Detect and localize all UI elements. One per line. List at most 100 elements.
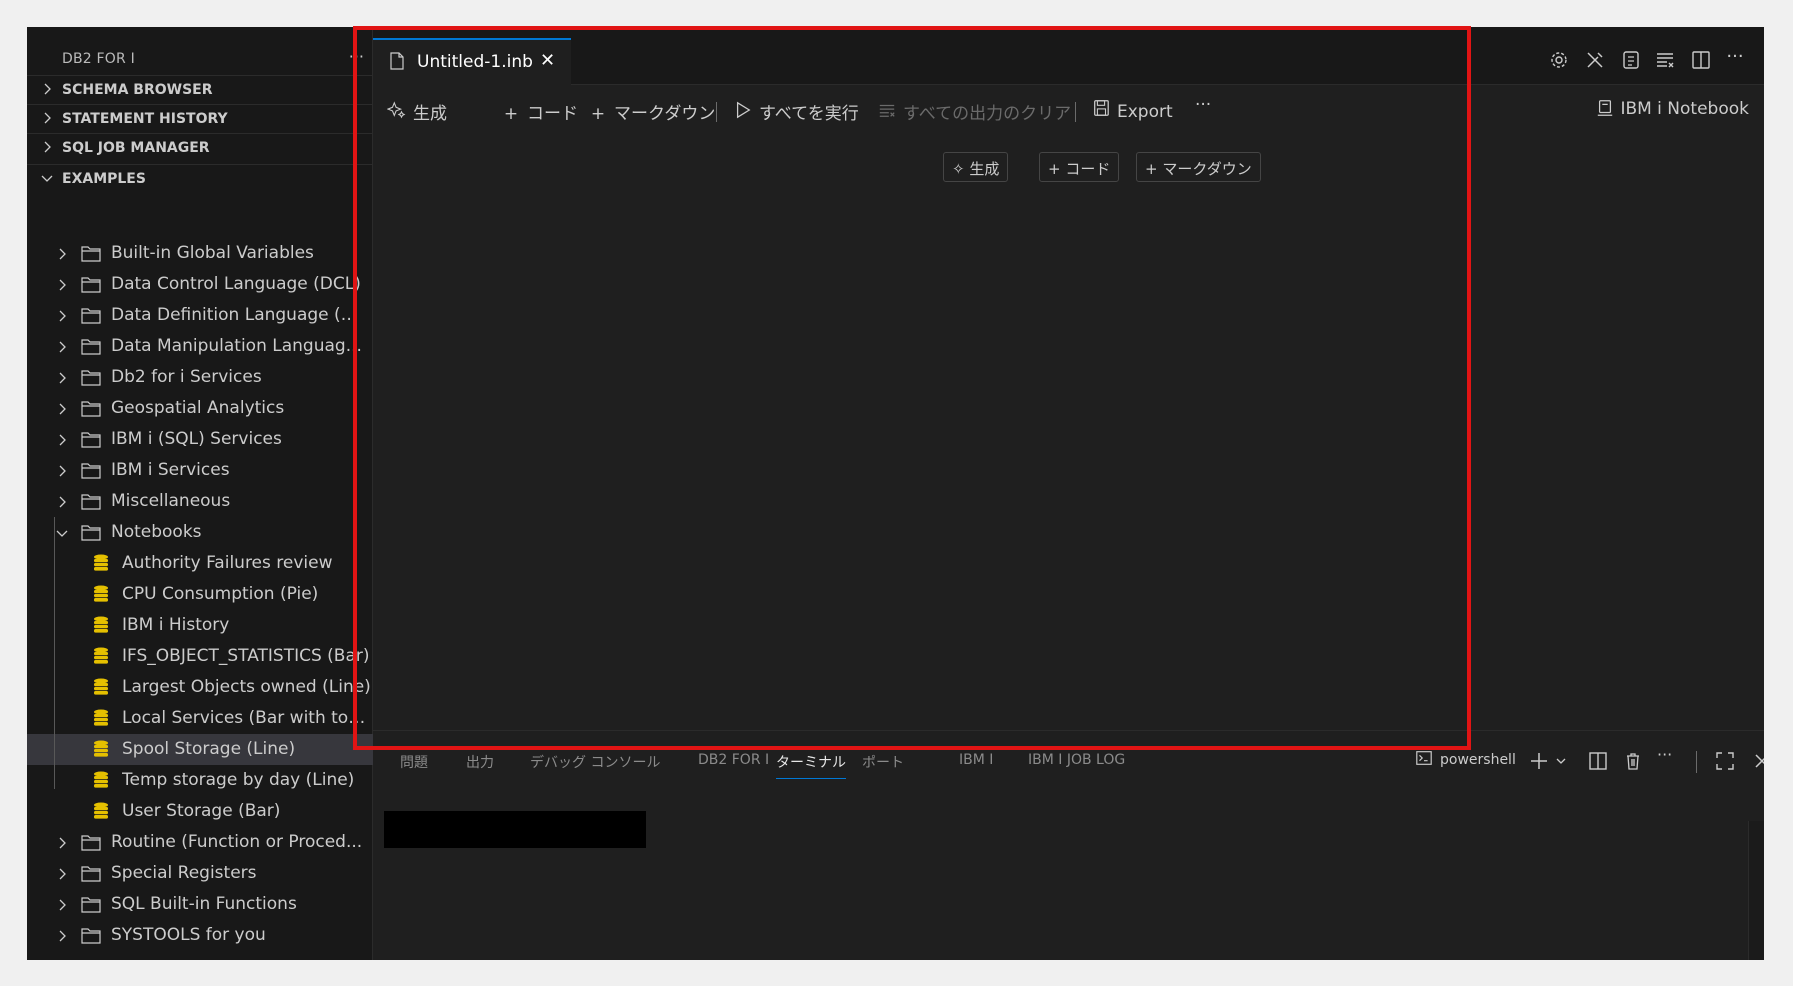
database-icon bbox=[94, 709, 108, 726]
chevron-right-icon bbox=[44, 112, 51, 124]
tree-notebook[interactable]: IBM i History bbox=[27, 610, 373, 641]
chevron-right-icon bbox=[59, 930, 66, 942]
tree-folder[interactable]: Data Definition Language (D... bbox=[27, 300, 373, 331]
kernel-label: IBM i Notebook bbox=[1620, 99, 1749, 119]
tree-folder[interactable]: Data Manipulation Languag... bbox=[27, 331, 373, 362]
run-all-button[interactable]: すべてを実行 bbox=[733, 99, 859, 124]
tree-folder[interactable]: SQL Built-in Functions bbox=[27, 889, 373, 920]
toolbar-divider bbox=[716, 102, 717, 122]
chevron-right-icon bbox=[59, 372, 66, 384]
panel-tab[interactable]: DB2 FOR I bbox=[698, 752, 769, 768]
tree-item-label: Db2 for i Services bbox=[111, 367, 262, 387]
tree-folder[interactable]: Routine (Function or Proced... bbox=[27, 827, 373, 858]
split-terminal-icon[interactable] bbox=[1588, 751, 1608, 771]
insert-generate-button[interactable]: ✧ 生成 bbox=[943, 152, 1009, 182]
tree-folder[interactable]: Data Control Language (DCL) bbox=[27, 269, 373, 300]
tree-notebook[interactable]: Spool Storage (Line) bbox=[27, 734, 373, 765]
panel-tab[interactable]: デバッグ コンソール bbox=[530, 752, 660, 772]
tree-notebook[interactable]: IFS_OBJECT_STATISTICS (Bar) bbox=[27, 641, 373, 672]
generate-label: 生成 bbox=[413, 104, 447, 124]
tree-notebook[interactable]: Largest Objects owned (Line) bbox=[27, 672, 373, 703]
tree-notebook[interactable]: Temp storage by day (Line) bbox=[27, 765, 373, 796]
trash-icon[interactable] bbox=[1623, 751, 1643, 771]
terminal-selector[interactable]: powershell bbox=[1414, 749, 1516, 768]
section-sql-job-manager[interactable]: SQL JOB MANAGER bbox=[27, 133, 373, 162]
tree-folder[interactable]: SYSTOOLS for you bbox=[27, 920, 373, 951]
tree-folder[interactable]: IBM i (SQL) Services bbox=[27, 424, 373, 455]
clear-outputs-button[interactable]: すべての出力のクリア bbox=[877, 99, 1071, 124]
chevron-down-icon[interactable] bbox=[1555, 755, 1567, 767]
section-examples[interactable]: EXAMPLES bbox=[27, 164, 373, 193]
panel-tab[interactable]: ターミナル bbox=[776, 752, 846, 779]
database-icon bbox=[94, 771, 108, 788]
tree-folder[interactable]: Notebooks bbox=[27, 517, 373, 548]
tree-folder[interactable]: Geospatial Analytics bbox=[27, 393, 373, 424]
tree-folder[interactable]: Special Registers bbox=[27, 858, 373, 889]
tree-notebook[interactable]: Authority Failures review bbox=[27, 548, 373, 579]
terminal-scrollbar[interactable] bbox=[1748, 821, 1764, 960]
tree-folder[interactable]: IBM i Services bbox=[27, 455, 373, 486]
panel-tab[interactable]: 出力 bbox=[466, 752, 494, 772]
tree-notebook[interactable]: User Storage (Bar) bbox=[27, 796, 373, 827]
tree-folder[interactable]: Db2 for i Services bbox=[27, 362, 373, 393]
database-icon bbox=[94, 585, 108, 602]
more-icon[interactable]: ··· bbox=[1657, 745, 1672, 764]
export-button[interactable]: Export bbox=[1091, 99, 1173, 122]
tree-item-label: SQL Built-in Functions bbox=[111, 894, 297, 914]
clear-outputs-label: すべての出力のクリア bbox=[903, 104, 1072, 124]
folder-icon bbox=[81, 308, 101, 324]
kernel-picker[interactable]: IBM i Notebook bbox=[1596, 99, 1749, 119]
tree-folder[interactable]: Miscellaneous bbox=[27, 486, 373, 517]
database-icon bbox=[94, 616, 108, 633]
tree-item-label: IBM i History bbox=[122, 615, 230, 635]
terminal-output-redacted bbox=[384, 811, 646, 848]
tree-item-label: Authority Failures review bbox=[122, 553, 333, 573]
sparkle-icon bbox=[387, 101, 406, 119]
section-schema-browser[interactable]: SCHEMA BROWSER bbox=[27, 75, 373, 104]
tree-item-label: Built-in Global Variables bbox=[111, 243, 314, 263]
vscode-window: DB2 FOR I ··· SCHEMA BROWSER STATEMENT H… bbox=[27, 27, 1764, 960]
tree-notebook[interactable]: Local Services (Bar with too... bbox=[27, 703, 373, 734]
tree-notebook[interactable]: CPU Consumption (Pie) bbox=[27, 579, 373, 610]
indent-guide bbox=[54, 517, 55, 789]
more-actions-icon[interactable]: ··· bbox=[1724, 46, 1746, 68]
tab-untitled[interactable]: Untitled-1.inb ✕ bbox=[373, 38, 571, 86]
sidebar-more-icon[interactable]: ··· bbox=[349, 47, 364, 66]
section-label: SQL JOB MANAGER bbox=[62, 140, 210, 156]
outline-icon[interactable] bbox=[1654, 49, 1676, 71]
chevron-right-icon bbox=[59, 279, 66, 291]
folder-icon bbox=[81, 246, 101, 262]
section-statement-history[interactable]: STATEMENT HISTORY bbox=[27, 104, 373, 133]
variables-icon[interactable] bbox=[1620, 49, 1642, 71]
panel-tab[interactable]: IBM I JOB LOG bbox=[1028, 752, 1125, 768]
split-editor-icon[interactable] bbox=[1690, 49, 1712, 71]
more-toolbar-icon[interactable]: ··· bbox=[1195, 95, 1211, 115]
close-icon[interactable]: ✕ bbox=[540, 50, 555, 71]
tree-item-label: IBM i Services bbox=[111, 460, 230, 480]
plus-icon[interactable] bbox=[1529, 751, 1549, 771]
tab-bar: Untitled-1.inb ✕ ··· bbox=[373, 27, 1764, 86]
section-label: STATEMENT HISTORY bbox=[62, 111, 228, 127]
sparkle-icon: ✧ bbox=[952, 160, 970, 178]
folder-icon bbox=[81, 339, 101, 355]
chevron-down-icon bbox=[56, 530, 68, 537]
database-icon bbox=[94, 554, 108, 571]
panel-tab[interactable]: 問題 bbox=[400, 752, 428, 772]
maximize-icon[interactable] bbox=[1715, 751, 1735, 771]
tab-label: Untitled-1.inb bbox=[417, 52, 533, 72]
panel-tab[interactable]: ポート bbox=[862, 752, 904, 772]
close-icon[interactable] bbox=[1753, 752, 1764, 770]
tree-item-label: SYSTOOLS for you bbox=[111, 925, 266, 945]
run-all-icon bbox=[736, 101, 751, 119]
insert-markdown-button[interactable]: + マークダウン bbox=[1136, 152, 1261, 182]
add-markdown-button[interactable]: + マークダウン bbox=[588, 99, 715, 124]
generate-button[interactable]: 生成 bbox=[387, 99, 447, 124]
insert-code-button[interactable]: + コード bbox=[1039, 152, 1120, 182]
tree-item-label: Miscellaneous bbox=[111, 491, 231, 511]
panel-tab[interactable]: IBM I bbox=[959, 752, 993, 768]
gear-icon[interactable] bbox=[1548, 49, 1570, 71]
add-code-button[interactable]: + コード bbox=[501, 99, 578, 124]
tools-icon[interactable] bbox=[1584, 49, 1606, 71]
insert-code-label: コード bbox=[1065, 160, 1111, 178]
tree-folder[interactable]: Built-in Global Variables bbox=[27, 238, 373, 269]
